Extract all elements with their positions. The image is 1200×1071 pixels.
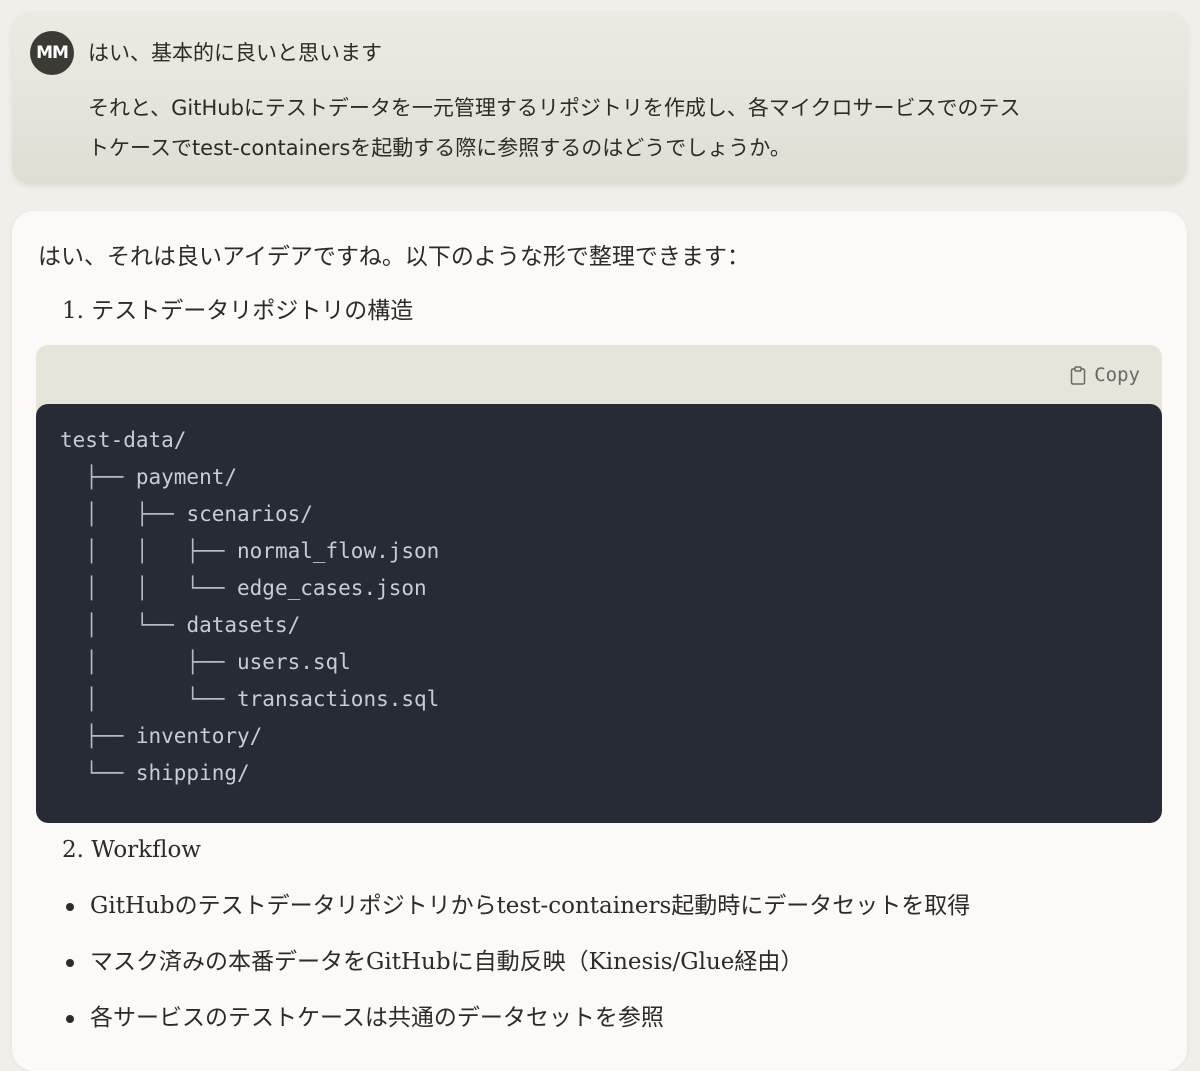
user-message-body: それと、GitHubにテストデータを一元管理するリポジトリを作成し、各マイクロサ… [88, 88, 1168, 168]
tree-entry: test-data/ [60, 428, 187, 452]
user-message-line: それと、GitHubにテストデータを一元管理するリポジトリを作成し、各マイクロサ… [88, 96, 1021, 120]
code-line: │ ├── users.sql [60, 650, 351, 674]
assistant-message: はい、それは良いアイデアですね。以下のような形で整理できます： 1. テストデー… [12, 211, 1187, 1071]
tree-entry: datasets/ [186, 613, 301, 637]
tree-entry: payment/ [135, 465, 238, 489]
bullet-dot-icon [66, 959, 74, 967]
list-item-text: GitHubのテストデータリポジトリからtest-containers起動時にデ… [90, 893, 971, 919]
user-message-first-line: はい、基本的に良いと思います [88, 41, 382, 65]
code-line: │ ├── scenarios/ [60, 502, 313, 526]
tree-guide: │ │ └── [60, 576, 238, 600]
copy-label: Copy [1094, 364, 1140, 386]
tree-guide: │ ├── [60, 650, 238, 674]
tree-guide: │ └── [60, 687, 238, 711]
workflow-bullet-list: GitHubのテストデータリポジトリからtest-containers起動時にデ… [64, 889, 1164, 1057]
code-line: │ │ ├── normal_flow.json [60, 539, 439, 563]
tree-guide: │ └── [60, 613, 187, 637]
tree-entry: normal_flow.json [237, 539, 440, 563]
user-message: MM はい、基本的に良いと思います それと、GitHubにテストデータを一元管理… [12, 12, 1187, 184]
tree-entry: transactions.sql [237, 687, 440, 711]
tree-guide: ├── [60, 465, 136, 489]
bullet-dot-icon [66, 1015, 74, 1023]
tree-entry: users.sql [237, 650, 351, 674]
clipboard-icon [1070, 365, 1086, 385]
user-message-line: トケースでtest-containersを起動する際に参照するのはどうでしょうか… [88, 136, 791, 160]
tree-entry: shipping/ [135, 761, 250, 785]
code-block: Copy test-data/ ├── payment/ │ ├── scena… [36, 345, 1162, 823]
user-avatar: MM [30, 31, 74, 75]
list-item: マスク済みの本番データをGitHubに自動反映（Kinesis/Glue経由） [64, 945, 1164, 1001]
code-line: │ └── transactions.sql [60, 687, 439, 711]
list-item-text: マスク済みの本番データをGitHubに自動反映（Kinesis/Glue経由） [90, 949, 804, 975]
tree-entry: inventory/ [135, 724, 263, 748]
code-content: test-data/ ├── payment/ │ ├── scenarios/… [36, 404, 1162, 823]
section-heading-structure: 1. テストデータリポジトリの構造 [62, 298, 414, 324]
tree-entry: edge_cases.json [237, 576, 427, 600]
code-line: ├── inventory/ [60, 724, 262, 748]
tree-guide: │ │ ├── [60, 539, 238, 563]
code-line: │ └── datasets/ [60, 613, 300, 637]
code-line: test-data/ [60, 428, 186, 452]
list-item: 各サービスのテストケースは共通のデータセットを参照 [64, 1001, 1164, 1057]
tree-entry: scenarios/ [186, 502, 313, 526]
code-line: │ │ └── edge_cases.json [60, 576, 427, 600]
code-line: ├── payment/ [60, 465, 237, 489]
tree-guide: ├── [60, 724, 136, 748]
copy-button[interactable]: Copy [1070, 360, 1140, 390]
bullet-dot-icon [66, 903, 74, 911]
tree-guide: │ ├── [60, 502, 187, 526]
list-item-text: 各サービスのテストケースは共通のデータセットを参照 [90, 1005, 664, 1031]
code-line: └── shipping/ [60, 761, 250, 785]
tree-guide: └── [60, 761, 136, 785]
list-item: GitHubのテストデータリポジトリからtest-containers起動時にデ… [64, 889, 1164, 945]
assistant-intro: はい、それは良いアイデアですね。以下のような形で整理できます： [38, 244, 750, 270]
section-heading-workflow: 2. Workflow [62, 837, 201, 863]
